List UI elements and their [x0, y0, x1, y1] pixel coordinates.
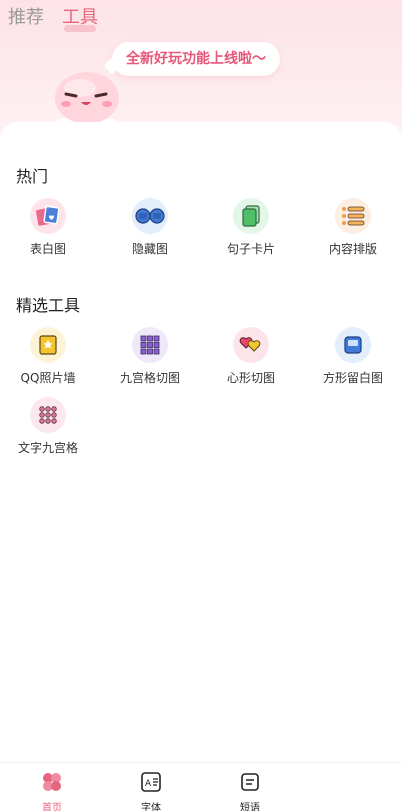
svg-text:A: A [145, 779, 152, 789]
heart-cut-icon [233, 327, 269, 363]
tool-nine-grid[interactable]: 九宫格切图 [105, 327, 195, 386]
nav-phrase[interactable]: 短语 [220, 771, 280, 811]
tool-label: 九宫格切图 [119, 371, 180, 385]
tool-label: 隐藏图 [131, 242, 168, 256]
tab-recommend[interactable]: 推荐 [8, 6, 44, 30]
phrase-icon [241, 773, 259, 791]
tool-sentence-card[interactable]: 句子卡片 [206, 198, 296, 257]
tool-photo-wall[interactable]: QQ照片墙 [3, 327, 93, 386]
tool-label: 内容排版 [328, 242, 377, 256]
tool-heart-cut[interactable]: 心形切图 [206, 327, 296, 386]
photo-wall-icon [30, 327, 66, 363]
tool-love-photo[interactable]: 表白图 [3, 198, 93, 257]
tool-label: QQ照片墙 [20, 371, 76, 385]
font-icon: A [141, 772, 161, 792]
top-tabs: 推荐 工具 [8, 6, 98, 32]
section-title-featured: 精选工具 [16, 296, 81, 315]
square-frame-icon [335, 327, 371, 363]
hidden-image-icon [132, 198, 168, 234]
tool-label: 句子卡片 [226, 242, 275, 256]
nav-label-phrase: 短语 [240, 803, 260, 811]
tool-label: 文字九宫格 [17, 441, 78, 455]
nav-label-home: 首页 [42, 803, 62, 811]
nav-label-font: 字体 [141, 803, 161, 811]
tool-square-frame[interactable]: 方形留白图 [308, 327, 398, 386]
text-grid-icon [30, 397, 66, 433]
tool-text-grid[interactable]: 文字九宫格 [3, 397, 93, 456]
tool-label: 方形留白图 [322, 371, 383, 385]
tool-label: 表白图 [29, 242, 66, 256]
nav-font[interactable]: A 字体 [121, 771, 181, 811]
tool-hidden-image[interactable]: 隐藏图 [105, 198, 195, 257]
tool-layout[interactable]: 内容排版 [308, 198, 398, 257]
layout-list-icon [335, 198, 371, 234]
tool-label: 心形切图 [226, 371, 275, 385]
love-photo-icon [30, 198, 66, 234]
section-title-hot: 热门 [16, 167, 49, 186]
bottom-nav: 首页 A 字体 短语 [0, 762, 402, 811]
clover-home-icon [43, 773, 61, 791]
nav-home[interactable]: 首页 [22, 771, 82, 811]
announcement-bubble[interactable]: 全新好玩功能上线啦～ [112, 42, 280, 76]
nine-grid-icon [132, 327, 168, 363]
mascot-icon [55, 72, 119, 126]
sentence-card-icon [233, 198, 269, 234]
tab-tools[interactable]: 工具 [62, 6, 98, 32]
